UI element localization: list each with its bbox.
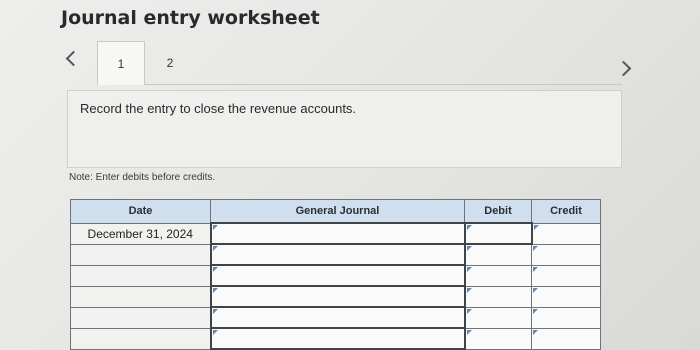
credit-input[interactable] [531,285,601,308]
credit-input[interactable] [531,306,601,329]
table-row [70,285,601,308]
tabs-divider [97,84,622,85]
account-input[interactable] [209,243,466,266]
cell-marker-icon [466,225,472,230]
debit-input[interactable] [463,222,533,245]
table-row [70,306,601,329]
cell-marker-icon [533,224,539,230]
debit-input[interactable] [464,327,532,350]
account-input[interactable] [209,285,466,308]
cell-marker-icon [533,245,538,251]
date-cell[interactable] [70,264,211,287]
debit-input[interactable] [464,264,532,287]
cell-marker-icon [212,267,218,272]
cell-marker-icon [466,246,472,251]
previous-arrow-icon[interactable] [65,50,82,67]
date-cell[interactable] [70,243,211,266]
note-text: Note: Enter debits before credits. [69,172,216,183]
date-column-header: Date [70,199,211,224]
tab-1[interactable]: 1 [97,41,145,85]
cell-marker-icon [466,329,472,335]
cell-marker-icon [466,287,472,293]
account-input[interactable] [209,222,466,245]
credit-input[interactable] [531,264,601,287]
cell-marker-icon [533,329,538,335]
date-cell[interactable] [70,285,211,308]
cell-marker-icon [212,225,218,230]
journal-table: Date General Journal Debit Credit Decemb… [70,199,601,350]
table-row: December 31, 2024 [70,222,601,245]
credit-input[interactable] [531,222,601,245]
table-row [70,264,601,287]
account-input[interactable] [209,327,466,350]
cell-marker-icon [212,309,218,314]
cell-marker-icon [466,266,472,272]
cell-marker-icon [533,308,538,314]
table-row [70,327,601,350]
page-title: Journal entry worksheet [61,7,320,29]
journal-header-row: Date General Journal Debit Credit [70,199,601,224]
date-cell[interactable] [70,306,211,329]
cell-marker-icon [212,330,218,335]
general-journal-column-header: General Journal [210,199,465,224]
debit-column-header: Debit [464,199,532,224]
account-input[interactable] [209,306,466,329]
date-cell[interactable]: December 31, 2024 [70,222,211,245]
tab-2[interactable]: 2 [146,41,194,84]
next-arrow-icon[interactable] [615,60,632,77]
debit-input[interactable] [464,306,532,329]
cell-marker-icon [533,287,538,293]
instruction-box: Record the entry to close the revenue ac… [67,90,622,168]
cell-marker-icon [533,266,538,272]
debit-input[interactable] [464,243,532,266]
cell-marker-icon [466,308,472,314]
cell-marker-icon [212,246,218,251]
instruction-text: Record the entry to close the revenue ac… [80,101,357,116]
date-cell[interactable] [70,327,211,350]
credit-column-header: Credit [531,199,601,224]
debit-input[interactable] [464,285,532,308]
credit-input[interactable] [531,327,601,350]
credit-input[interactable] [531,243,601,266]
table-row [70,243,601,266]
account-input[interactable] [209,264,466,287]
cell-marker-icon [212,288,218,293]
